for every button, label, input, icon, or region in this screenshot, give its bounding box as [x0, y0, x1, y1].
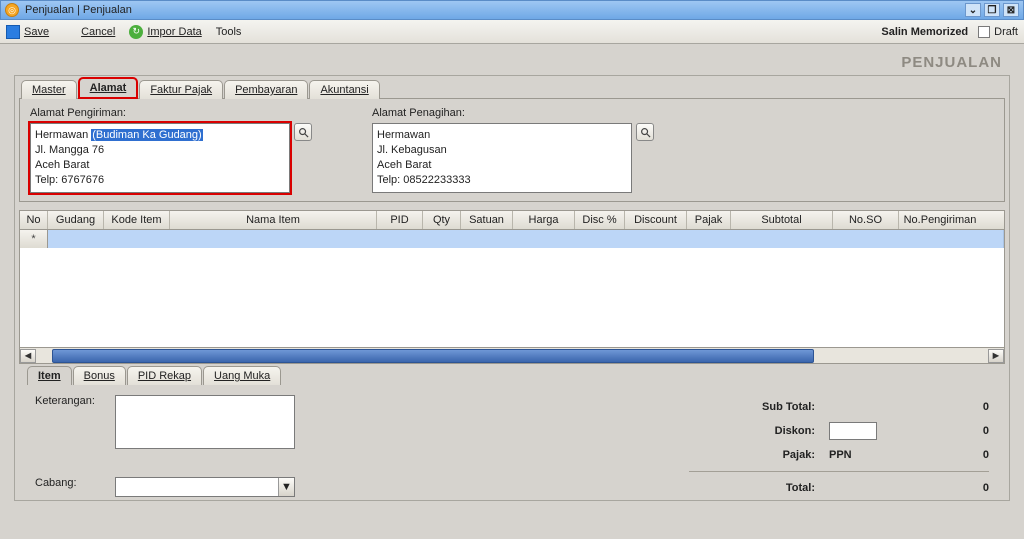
col-pajak[interactable]: Pajak: [687, 211, 731, 229]
tools-button[interactable]: Tools: [216, 26, 242, 38]
subtotal-label: Sub Total:: [689, 401, 829, 413]
tab-uang-muka[interactable]: Uang Muka: [203, 366, 281, 385]
import-icon: ↻: [129, 25, 143, 39]
keterangan-input[interactable]: [115, 395, 295, 449]
penagihan-label: Alamat Penagihan:: [372, 107, 654, 119]
bottom-tabs: Item Bonus PID Rekap Uang Muka: [19, 366, 1005, 385]
tab-alamat[interactable]: Alamat: [78, 77, 139, 99]
col-no-pengiriman[interactable]: No.Pengiriman: [899, 211, 981, 229]
diskon-value: 0: [899, 425, 989, 437]
chevron-down-icon: ▼: [278, 478, 294, 496]
window-title: Penjualan | Penjualan: [25, 4, 962, 16]
tab-item[interactable]: Item: [27, 366, 72, 385]
keterangan-label: Keterangan:: [35, 395, 105, 407]
grid-new-row[interactable]: *: [19, 230, 1005, 248]
tab-master[interactable]: Master: [21, 80, 77, 99]
page-title: PENJUALAN: [0, 44, 1024, 75]
diskon-label: Diskon:: [689, 425, 829, 437]
pajak-label: Pajak:: [689, 449, 829, 461]
save-icon: [6, 25, 20, 39]
selected-text: (Budiman Ka Gudang): [91, 129, 202, 141]
col-gudang[interactable]: Gudang: [48, 211, 104, 229]
subtotal-value: 0: [899, 401, 989, 413]
draft-checkbox[interactable]: [978, 26, 990, 38]
tab-bonus[interactable]: Bonus: [73, 366, 126, 385]
scroll-thumb[interactable]: [52, 349, 814, 363]
pengiriman-lookup-button[interactable]: [294, 123, 312, 141]
alamat-pengiriman-box[interactable]: Hermawan (Budiman Ka Gudang) Jl. Mangga …: [30, 123, 290, 193]
scroll-right-button[interactable]: ►: [988, 349, 1004, 363]
col-qty[interactable]: Qty: [423, 211, 461, 229]
col-discount[interactable]: Discount: [625, 211, 687, 229]
pajak-value: 0: [899, 449, 989, 461]
col-satuan[interactable]: Satuan: [461, 211, 513, 229]
close-icon[interactable]: ⊠: [1003, 3, 1019, 17]
toolbar: Save Cancel ↻Impor Data Tools Salin Memo…: [0, 20, 1024, 44]
tab-pembayaran[interactable]: Pembayaran: [224, 80, 308, 99]
pengiriman-label: Alamat Pengiriman:: [30, 107, 312, 119]
cancel-button[interactable]: Cancel: [63, 25, 115, 39]
penagihan-lookup-button[interactable]: [636, 123, 654, 141]
items-grid: No Gudang Kode Item Nama Item PID Qty Sa…: [19, 210, 1005, 364]
scroll-track[interactable]: [36, 349, 988, 363]
cancel-icon: [63, 25, 77, 39]
col-no[interactable]: No: [20, 211, 48, 229]
app-icon: ◎: [5, 3, 19, 17]
totals-panel: Sub Total:0 Diskon:0 Pajak:PPN0 Total:0: [689, 395, 989, 500]
cabang-select[interactable]: ▼: [115, 477, 295, 497]
footer-form: Keterangan: Cabang: ▼ Sub Total: 0 Diskon…: [15, 385, 1009, 500]
draft-label: Draft: [994, 26, 1018, 38]
alamat-penagihan-box[interactable]: Hermawan Jl. Kebagusan Aceh Barat Telp: …: [372, 123, 632, 193]
tab-akuntansi[interactable]: Akuntansi: [309, 80, 379, 99]
tab-pid-rekap[interactable]: PID Rekap: [127, 366, 202, 385]
col-subtotal[interactable]: Subtotal: [731, 211, 833, 229]
impor-data-button[interactable]: ↻Impor Data: [129, 25, 201, 39]
col-disc-pct[interactable]: Disc %: [575, 211, 625, 229]
minimize-icon[interactable]: ⌄: [965, 3, 981, 17]
grid-header: No Gudang Kode Item Nama Item PID Qty Sa…: [19, 210, 1005, 230]
col-pid[interactable]: PID: [377, 211, 423, 229]
maximize-icon[interactable]: ❐: [984, 3, 1000, 17]
new-row-indicator: *: [20, 230, 48, 248]
title-bar: ◎ Penjualan | Penjualan ⌄ ❐ ⊠: [0, 0, 1024, 20]
totals-divider: [689, 471, 989, 472]
cabang-label: Cabang:: [35, 477, 105, 489]
salin-memorized-button[interactable]: Salin Memorized: [881, 26, 968, 38]
grid-body[interactable]: [19, 248, 1005, 348]
ppn-label: PPN: [829, 449, 899, 461]
tab-faktur-pajak[interactable]: Faktur Pajak: [139, 80, 223, 99]
save-button[interactable]: Save: [6, 25, 49, 39]
total-value: 0: [899, 482, 989, 494]
top-tabs: Master Alamat Faktur Pajak Pembayaran Ak…: [15, 77, 1009, 99]
tab-body: Alamat Pengiriman: Hermawan (Budiman Ka …: [19, 98, 1005, 202]
total-label: Total:: [689, 482, 829, 494]
diskon-input[interactable]: [829, 422, 877, 440]
grid-scrollbar: ◄ ►: [19, 348, 1005, 364]
col-no-so[interactable]: No.SO: [833, 211, 899, 229]
col-harga[interactable]: Harga: [513, 211, 575, 229]
col-nama-item[interactable]: Nama Item: [170, 211, 377, 229]
col-kode-item[interactable]: Kode Item: [104, 211, 170, 229]
scroll-left-button[interactable]: ◄: [20, 349, 36, 363]
main-panel: Master Alamat Faktur Pajak Pembayaran Ak…: [14, 75, 1010, 501]
